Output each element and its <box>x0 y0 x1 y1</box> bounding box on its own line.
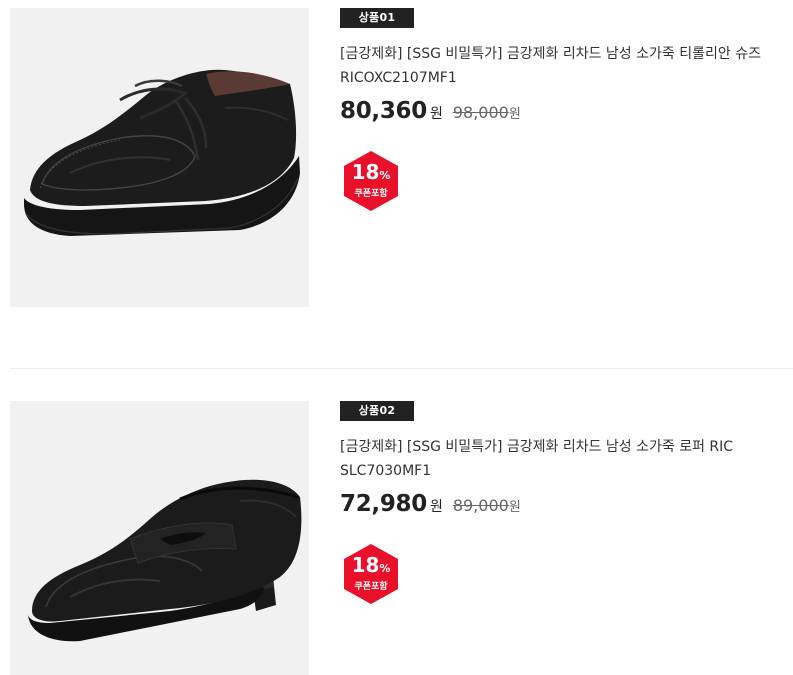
original-price: 89,000 <box>452 496 509 515</box>
sale-price-currency: 원 <box>429 499 443 515</box>
price-row: 72,980 원 89,000원 <box>340 491 521 521</box>
original-price-currency: 원 <box>508 107 521 122</box>
product-image-tyrolean-shoe[interactable] <box>10 8 309 307</box>
coupon-included-label: 쿠폰포함 <box>354 582 388 592</box>
original-price: 98,000 <box>452 103 509 122</box>
discount-percent: 18 <box>351 553 380 577</box>
sale-price: 80,360 <box>340 98 427 124</box>
product-image-penny-loafer[interactable] <box>10 401 309 675</box>
product-card-2[interactable]: 상품02 [금강제화] [SSG 비밀특가] 금강제화 리차드 남성 소가죽 로… <box>0 369 793 675</box>
percent-symbol: % <box>379 562 391 575</box>
product-number-badge: 상품02 <box>340 401 414 421</box>
product-number-badge: 상품01 <box>340 8 414 28</box>
coupon-discount-badge: 18% 쿠폰포함 <box>340 150 402 212</box>
product-card-1[interactable]: 상품01 [금강제화] [SSG 비밀특가] 금강제화 리차드 남성 소가죽 티… <box>0 0 793 368</box>
product-title[interactable]: [금강제화] [SSG 비밀특가] 금강제화 리차드 남성 소가죽 로퍼 RIC… <box>340 435 780 483</box>
coupon-discount-badge: 18% 쿠폰포함 <box>340 543 402 605</box>
coupon-included-label: 쿠폰포함 <box>354 189 388 199</box>
penny-loafer-image <box>10 401 309 675</box>
discount-percent: 18 <box>351 160 380 184</box>
tyrolean-shoe-image <box>10 8 309 307</box>
product-title[interactable]: [금강제화] [SSG 비밀특가] 금강제화 리차드 남성 소가죽 티롤리안 슈… <box>340 42 780 90</box>
percent-symbol: % <box>379 169 391 182</box>
price-row: 80,360 원 98,000원 <box>340 98 521 128</box>
sale-price: 72,980 <box>340 491 427 517</box>
original-price-currency: 원 <box>508 500 521 515</box>
sale-price-currency: 원 <box>429 106 443 122</box>
